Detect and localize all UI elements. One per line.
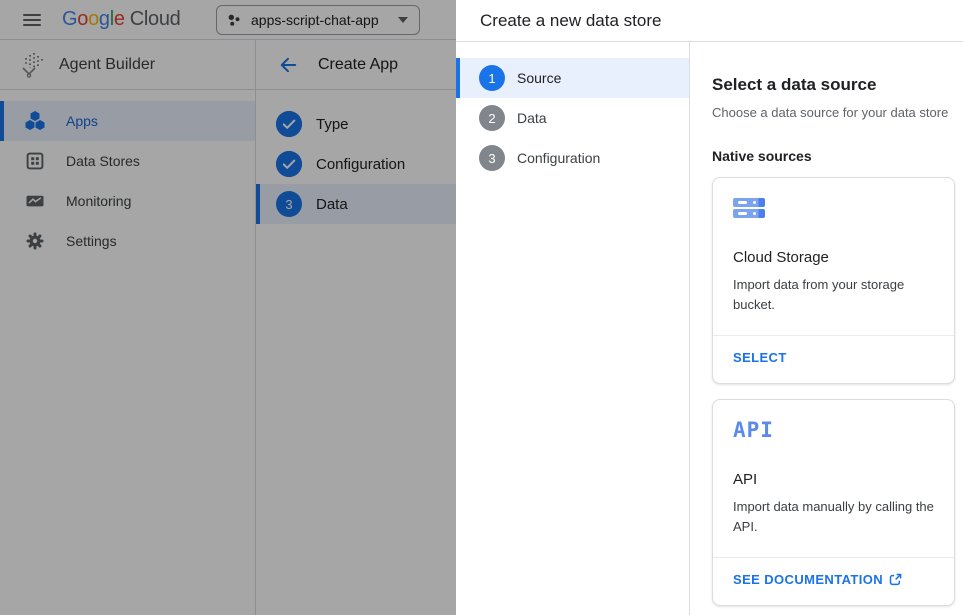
card-cloud-storage: Cloud Storage Import data from your stor… bbox=[712, 177, 955, 384]
card-body: API API Import data manually by calling … bbox=[713, 400, 954, 537]
create-data-store-dialog: Create a new data store 1 Source 2 Data … bbox=[456, 0, 963, 615]
background-page: Google Cloud apps-script-chat-app bbox=[0, 0, 456, 615]
dialog-step-source[interactable]: 1 Source bbox=[456, 58, 689, 98]
cloud-storage-icon bbox=[733, 198, 765, 218]
card-api: API API Import data manually by calling … bbox=[712, 399, 955, 606]
step-label: Data bbox=[517, 110, 547, 126]
dialog-step-data[interactable]: 2 Data bbox=[456, 98, 689, 138]
content-heading: Select a data source bbox=[712, 75, 955, 95]
dialog-steps: 1 Source 2 Data 3 Configuration bbox=[456, 42, 690, 615]
content-subheading: Choose a data source for your data store bbox=[712, 105, 955, 120]
external-link-icon bbox=[889, 573, 902, 586]
step-number: 2 bbox=[479, 105, 505, 131]
api-icon: API bbox=[733, 419, 774, 441]
see-documentation-link[interactable]: SEE DOCUMENTATION bbox=[733, 572, 902, 587]
card-action-row: SEE DOCUMENTATION bbox=[713, 557, 954, 605]
card-description: Import data manually by calling the API. bbox=[733, 497, 939, 537]
card-body: Cloud Storage Import data from your stor… bbox=[713, 178, 954, 315]
step-number: 1 bbox=[479, 65, 505, 91]
step-label: Configuration bbox=[517, 150, 600, 166]
see-documentation-label: SEE DOCUMENTATION bbox=[733, 572, 883, 587]
dialog-header: Create a new data store bbox=[456, 0, 963, 42]
card-description: Import data from your storage bucket. bbox=[733, 275, 939, 315]
section-title-native-sources: Native sources bbox=[712, 148, 955, 164]
card-action-row: SELECT bbox=[713, 335, 954, 383]
card-title: Cloud Storage bbox=[733, 249, 934, 266]
modal-scrim[interactable] bbox=[0, 0, 456, 615]
active-indicator bbox=[456, 58, 460, 98]
dialog-title: Create a new data store bbox=[480, 11, 661, 31]
step-label: Source bbox=[517, 70, 561, 86]
step-number: 3 bbox=[479, 145, 505, 171]
select-button[interactable]: SELECT bbox=[733, 350, 787, 365]
select-button-label: SELECT bbox=[733, 350, 787, 365]
dialog-content: Select a data source Choose a data sourc… bbox=[690, 42, 963, 615]
dialog-step-configuration[interactable]: 3 Configuration bbox=[456, 138, 689, 178]
card-title: API bbox=[733, 471, 934, 488]
